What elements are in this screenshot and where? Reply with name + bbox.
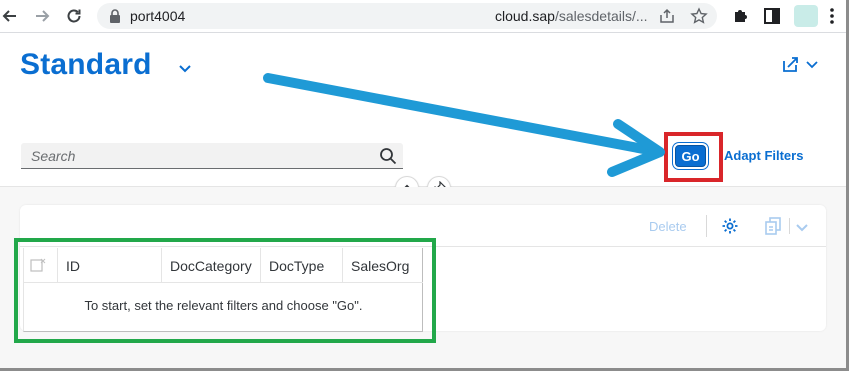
search-icon[interactable] xyxy=(379,147,397,170)
export-icon[interactable] xyxy=(764,217,784,240)
screenshot-frame: port4004 cloud.sap/salesdetails/... Stan… xyxy=(0,0,849,371)
forward-icon[interactable] xyxy=(30,4,54,28)
table-highlight-box xyxy=(14,238,436,343)
toolbar-separator xyxy=(706,215,707,237)
dynamic-page-header: Standard Go Adapt Filters xyxy=(0,34,846,188)
export-separator xyxy=(789,218,790,234)
lock-icon[interactable] xyxy=(109,9,121,28)
adapt-filters-button[interactable]: Adapt Filters xyxy=(724,148,803,163)
share-button[interactable] xyxy=(781,54,821,76)
chevron-down-icon[interactable] xyxy=(179,60,191,78)
search-field[interactable] xyxy=(21,143,403,169)
reload-icon[interactable] xyxy=(62,4,86,28)
chevron-down-icon[interactable] xyxy=(796,219,808,237)
extensions-puzzle-icon[interactable] xyxy=(731,6,751,26)
search-input[interactable] xyxy=(21,143,371,168)
url-path: cloud.sap/salesdetails/... xyxy=(495,8,648,24)
share-page-icon[interactable] xyxy=(658,7,676,25)
profile-avatar[interactable] xyxy=(794,5,818,27)
browser-toolbar: port4004 cloud.sap/salesdetails/... xyxy=(0,0,846,33)
delete-button[interactable]: Delete xyxy=(649,219,687,234)
more-menu-icon[interactable] xyxy=(828,6,846,26)
bookmark-star-icon[interactable] xyxy=(690,7,708,25)
side-panel-icon[interactable] xyxy=(762,6,782,26)
url-host: port4004 xyxy=(130,8,186,24)
url-path-rest: /salesdetails/... xyxy=(554,8,648,24)
go-button[interactable]: Go xyxy=(675,145,706,167)
settings-gear-icon[interactable] xyxy=(721,217,739,240)
variant-title[interactable]: Standard xyxy=(20,48,152,82)
url-domain: cloud.sap xyxy=(495,8,555,24)
address-bar[interactable]: port4004 cloud.sap/salesdetails/... xyxy=(97,3,717,29)
back-icon[interactable] xyxy=(0,4,22,28)
